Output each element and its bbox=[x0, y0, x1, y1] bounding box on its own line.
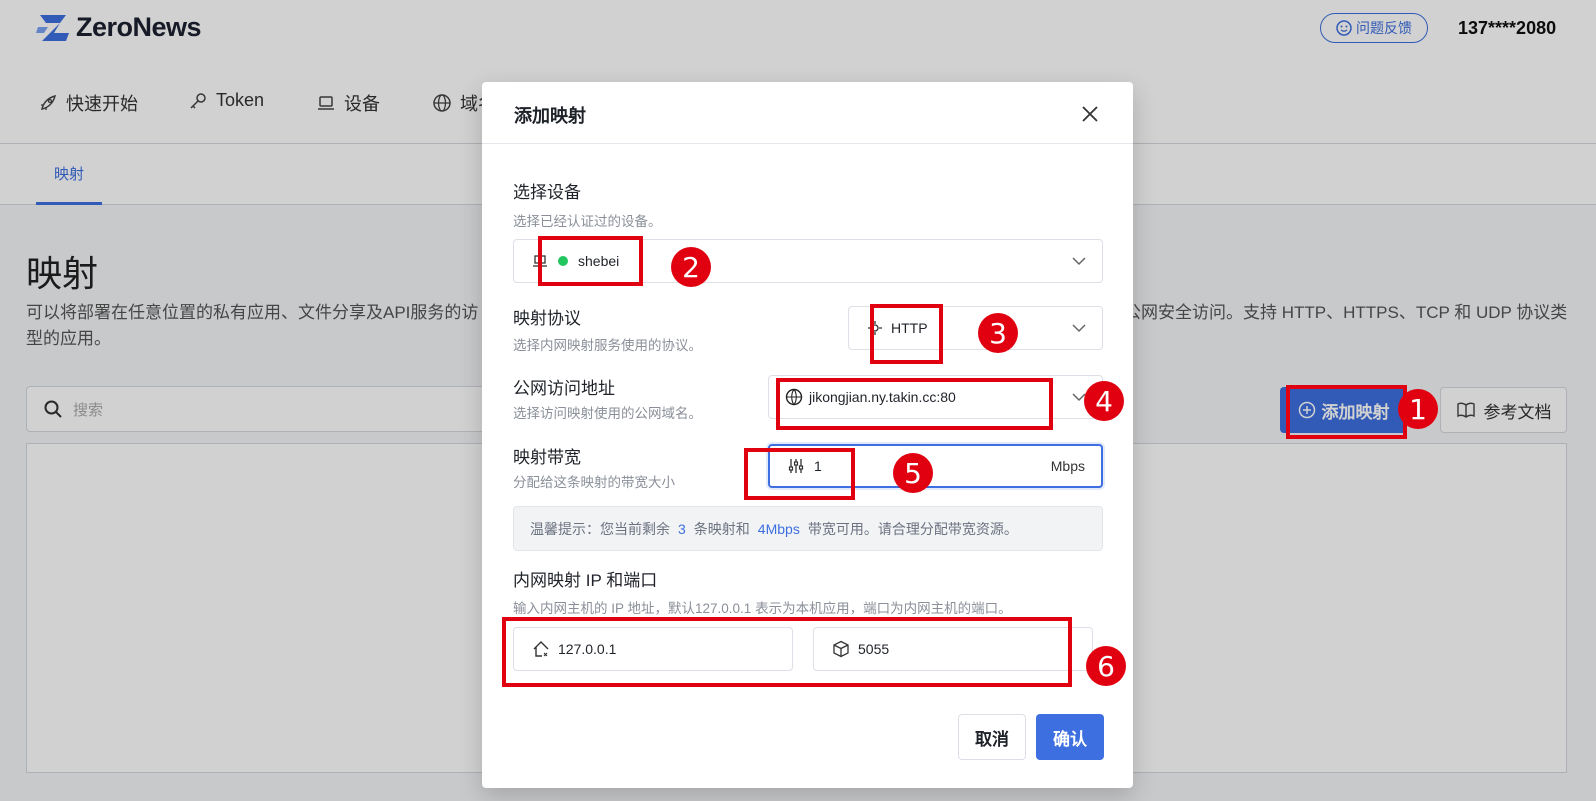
protocol-hint: 选择内网映射服务使用的协议。 bbox=[513, 338, 702, 353]
bandwidth-hint: 分配给这条映射的带宽大小 bbox=[513, 475, 675, 490]
tip-prefix: 温馨提示：您当前剩余 bbox=[530, 520, 670, 537]
device-label: 选择设备 bbox=[513, 183, 581, 202]
bandwidth-label: 映射带宽 bbox=[513, 448, 581, 467]
close-icon[interactable] bbox=[1080, 104, 1100, 124]
quota-tip: 温馨提示：您当前剩余 3 条映射和 4Mbps 带宽可用。请合理分配带宽资源。 bbox=[513, 506, 1103, 551]
domain-hint: 选择访问映射使用的公网域名。 bbox=[513, 406, 702, 421]
tip-count: 3 bbox=[678, 520, 686, 537]
annotation-number-2: 2 bbox=[671, 247, 711, 287]
device-hint: 选择已经认证过的设备。 bbox=[513, 214, 662, 229]
annotation-box-5 bbox=[744, 448, 855, 500]
annotation-number-1: 1 bbox=[1398, 389, 1438, 429]
annotation-number-5: 5 bbox=[893, 453, 933, 493]
dialog-header: 添加映射 bbox=[482, 82, 1133, 144]
annotation-box-2 bbox=[538, 236, 643, 286]
annotation-box-6 bbox=[502, 617, 1072, 687]
tip-mid: 条映射和 bbox=[693, 520, 750, 537]
chevron-down-icon bbox=[1072, 324, 1086, 333]
annotation-box-3 bbox=[870, 304, 943, 364]
chevron-down-icon bbox=[1072, 257, 1086, 266]
target-hint: 输入内网主机的 IP 地址，默认127.0.0.1 表示为本机应用，端口为内网主… bbox=[513, 601, 1012, 616]
target-label: 内网映射 IP 和端口 bbox=[513, 571, 658, 590]
annotation-number-3: 3 bbox=[978, 313, 1018, 353]
tip-suffix: 带宽可用。请合理分配带宽资源。 bbox=[807, 520, 1018, 537]
annotation-number-6: 6 bbox=[1086, 646, 1126, 686]
cancel-button[interactable]: 取消 bbox=[958, 714, 1026, 760]
protocol-label: 映射协议 bbox=[513, 309, 581, 328]
confirm-button[interactable]: 确认 bbox=[1036, 714, 1104, 760]
annotation-box-1 bbox=[1286, 385, 1407, 439]
tip-bandwidth: 4Mbps bbox=[757, 520, 800, 537]
annotation-number-4: 4 bbox=[1084, 381, 1124, 421]
annotation-box-4 bbox=[776, 378, 1053, 430]
bandwidth-unit: Mbps bbox=[1050, 458, 1085, 474]
domain-label: 公网访问地址 bbox=[513, 379, 615, 398]
dialog-title: 添加映射 bbox=[514, 106, 586, 126]
